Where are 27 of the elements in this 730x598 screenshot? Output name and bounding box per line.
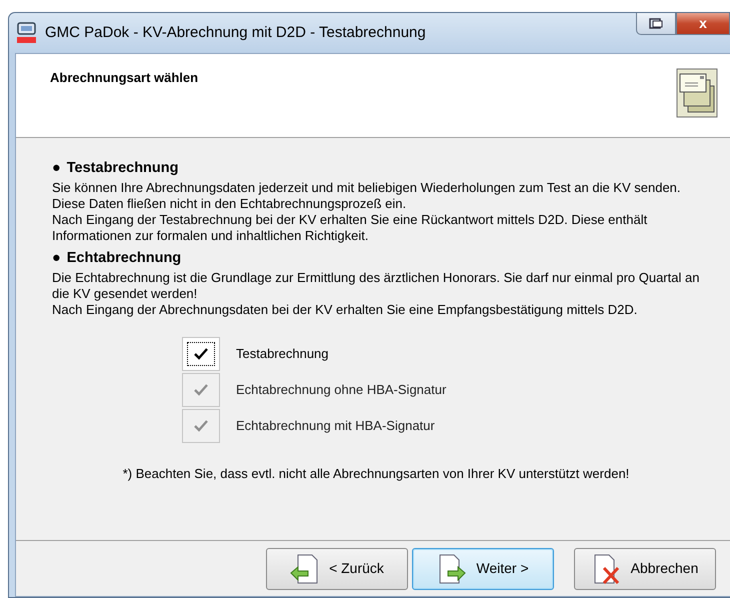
section-heading: Echtabrechnung: [66, 248, 182, 268]
checkmark-icon: [194, 348, 208, 360]
checkbox[interactable]: [182, 336, 220, 370]
description-text: Nach Eingang der Abrechnungsdaten bei der KV erhalten Sie eine Empfangsbestätigung mittels D2D.: [52, 302, 638, 318]
checkmark-icon: [194, 384, 208, 396]
window-title: GMC PaDok - KV-Abrechnung mit D2D - Testabrechnung: [45, 22, 426, 43]
app-icon: [15, 21, 37, 45]
section-heading: Testabrechnung: [66, 159, 178, 178]
footnote-text: *) Beachten Sie, dass evtl. nicht alle Abrechnungsarten von Ihrer KV unterstützt werden!: [122, 464, 630, 483]
back-button[interactable]: < Zurück: [266, 548, 408, 590]
checkmark-icon: [194, 420, 208, 432]
description-text: Die Echtabrechnung ist die Grundlage zur Ermittlung des ärztlichen Honorars. Sie darf nur einmal pro Quartal an die KV gesendet werden!: [52, 270, 700, 302]
restore-icon: [649, 18, 663, 30]
bullet-icon: ●: [52, 248, 61, 270]
cancel-button[interactable]: Abbrechen: [574, 548, 716, 590]
next-button[interactable]: Weiter >: [412, 548, 554, 590]
back-arrow-document-icon: [290, 554, 320, 584]
envelope-stack-icon: [676, 68, 718, 118]
close-button[interactable]: x: [676, 13, 730, 35]
header-title: Abrechnungsart wählen: [50, 69, 198, 87]
restore-button[interactable]: [636, 13, 676, 35]
cancel-document-icon: [592, 554, 621, 584]
description-text: Nach Eingang der Testabrechnung bei der KV erhalten Sie eine Rückantwort mittels D2D. Diese enthält Informationen zur formalen und inhaltlichen Richtigkeit.: [52, 212, 648, 244]
description-text: Sie können Ihre Abrechnungsdaten jederzeit und mit beliebigen Wiederholungen zum Test an die KV senden. Diese Daten fließen nicht in den Echtabrechnungsprozeß ein.: [52, 180, 682, 212]
bullet-icon: ●: [52, 158, 61, 180]
forward-arrow-document-icon: [437, 554, 466, 584]
checkbox-label[interactable]: Testabrechnung: [236, 344, 329, 364]
